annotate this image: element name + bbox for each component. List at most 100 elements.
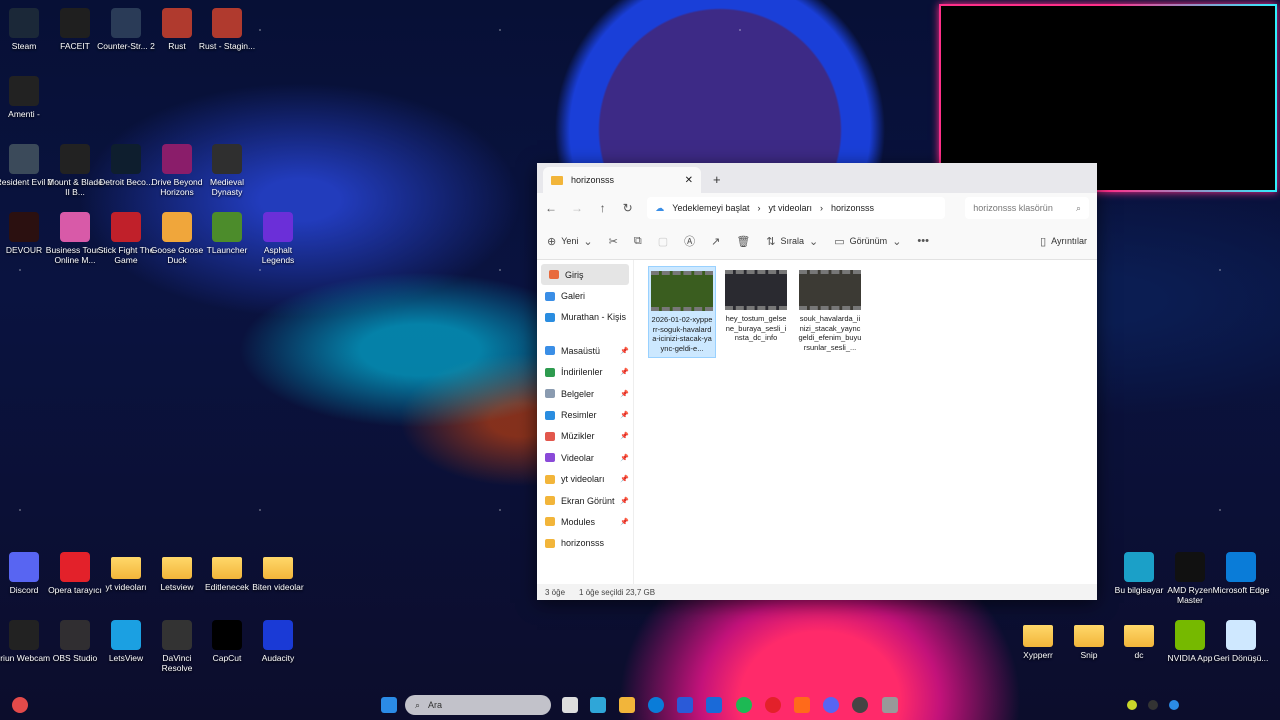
sort-button[interactable]: ⇅ Sırala ⌄ bbox=[766, 235, 818, 248]
paste-icon[interactable]: ▢ bbox=[658, 235, 668, 248]
file-explorer-icon[interactable] bbox=[619, 697, 635, 713]
chevron-down-icon: ⌄ bbox=[809, 235, 819, 248]
new-label: Yeni bbox=[561, 236, 579, 246]
file-name: hey_tostum_gelsene_buraya_sesli_insta_dc… bbox=[725, 314, 787, 342]
nav-item[interactable]: Murathan - Kişis bbox=[537, 307, 633, 328]
nav-item[interactable]: İndirilenler 📌 bbox=[537, 362, 633, 383]
opera-icon[interactable] bbox=[765, 697, 781, 713]
file-view: 2026-01-02-xypperr-soguk-havalarda-icini… bbox=[633, 260, 1097, 584]
nav-item-icon bbox=[545, 291, 555, 301]
delete-icon[interactable]: 🗑 bbox=[736, 235, 750, 248]
discord-icon[interactable] bbox=[823, 697, 839, 713]
nav-item[interactable]: horizonsss bbox=[537, 533, 633, 554]
nav-item[interactable]: Ekran Görünt 📌 bbox=[537, 490, 633, 511]
notification-icon[interactable] bbox=[12, 697, 28, 713]
desktop-icon[interactable]: Microsoft Edge bbox=[1210, 552, 1272, 595]
pin-icon: 📌 bbox=[620, 390, 629, 398]
app-icon bbox=[9, 8, 39, 38]
desktop-icon-label: Rust - Stagin... bbox=[198, 41, 256, 51]
file-item[interactable]: hey_tostum_gelsene_buraya_sesli_insta_dc… bbox=[722, 266, 790, 347]
edge-icon[interactable] bbox=[648, 697, 664, 713]
nav-item[interactable]: Giriş bbox=[541, 264, 629, 286]
app-icon bbox=[111, 144, 141, 174]
file-item[interactable]: 2026-01-02-xypperr-soguk-havalarda-icini… bbox=[648, 266, 716, 358]
taskbar-search[interactable]: ⌕ Ara bbox=[405, 695, 551, 715]
more-options-icon[interactable]: ••• bbox=[917, 235, 929, 247]
spotify-icon[interactable] bbox=[736, 697, 752, 713]
copy-icon[interactable]: ⧉ bbox=[634, 235, 642, 248]
app-icon bbox=[263, 212, 293, 242]
share-icon[interactable]: ↗ bbox=[711, 235, 720, 248]
nav-item-icon bbox=[545, 474, 555, 484]
nav-item-icon bbox=[545, 538, 555, 548]
pin-icon: 📌 bbox=[620, 454, 629, 462]
desktop-icon[interactable]: Asphalt Legends bbox=[247, 212, 309, 265]
nav-item-icon bbox=[545, 346, 555, 356]
forward-arrow-icon[interactable]: → bbox=[571, 201, 583, 215]
desktop-icon[interactable]: Biten videolar bbox=[247, 552, 309, 592]
nav-item[interactable]: Modules 📌 bbox=[537, 511, 633, 532]
navigation-pane: Giriş Galeri Murathan - Kişis Masaüstü 📌 İndi… bbox=[537, 260, 633, 584]
details-button[interactable]: ▯ Ayrıntılar bbox=[1040, 235, 1087, 248]
cloud-icon: ☁ bbox=[655, 202, 665, 213]
breadcrumb-item-yt[interactable]: yt videoları bbox=[769, 203, 813, 213]
refresh-icon[interactable]: ↻ bbox=[622, 201, 633, 215]
desktop-icon[interactable]: Medieval Dynasty bbox=[196, 144, 258, 197]
task-view-icon[interactable] bbox=[562, 697, 578, 713]
back-arrow-icon[interactable]: ← bbox=[545, 201, 557, 215]
new-tab-button[interactable]: + bbox=[713, 172, 721, 187]
nav-item-label: Galeri bbox=[561, 291, 586, 302]
pin-icon: 📌 bbox=[620, 347, 629, 355]
taskbar-search-placeholder: Ara bbox=[428, 700, 443, 710]
new-button[interactable]: ⊕ Yeni ⌄ bbox=[547, 235, 593, 248]
rename-icon[interactable]: Ⓐ bbox=[684, 233, 695, 249]
store-icon[interactable] bbox=[677, 697, 693, 713]
tab-horizonsss[interactable]: horizonsss ✕ bbox=[543, 167, 701, 193]
chevron-down-icon: ⌄ bbox=[892, 235, 902, 248]
close-tab-icon[interactable]: ✕ bbox=[685, 175, 693, 186]
folder-icon bbox=[162, 557, 192, 579]
tray-icon[interactable] bbox=[1169, 700, 1179, 710]
desktop-icon-label: Biten videolar bbox=[252, 582, 304, 592]
pin-icon: 📌 bbox=[620, 497, 629, 505]
app-icon[interactable] bbox=[882, 697, 898, 713]
breadcrumb-item-horizonsss[interactable]: horizonsss bbox=[831, 203, 874, 213]
desktop-icon[interactable]: Rust - Stagin... bbox=[196, 8, 258, 51]
desktop-icon[interactable]: Amenti - bbox=[0, 76, 55, 119]
app-icon bbox=[60, 144, 90, 174]
nav-item[interactable]: Belgeler 📌 bbox=[537, 383, 633, 404]
cut-icon[interactable]: ✂ bbox=[609, 235, 618, 248]
tray-icon[interactable] bbox=[1148, 700, 1158, 710]
file-item[interactable]: souk_havalarda_iinizi_stacak_yayncgeldi_… bbox=[796, 266, 864, 356]
tab-title: horizonsss bbox=[571, 175, 615, 185]
search-input[interactable]: horizonsss klasörün ⌕ bbox=[965, 197, 1089, 219]
search-icon: ⌕ bbox=[415, 699, 421, 710]
up-arrow-icon[interactable]: ↑ bbox=[597, 201, 608, 215]
nav-item[interactable]: Masaüstü 📌 bbox=[537, 340, 633, 361]
nav-item[interactable]: yt videoları 📌 bbox=[537, 469, 633, 490]
video-thumbnail bbox=[725, 270, 787, 310]
nav-item-label: Müzikler bbox=[561, 431, 595, 442]
nav-item[interactable]: Müzikler 📌 bbox=[537, 426, 633, 447]
status-bar: 3 öğe 1 öğe seçildi 23,7 GB bbox=[537, 584, 1097, 600]
nav-item-label: İndirilenler bbox=[561, 367, 603, 378]
desktop-icon-label: Microsoft Edge bbox=[1212, 585, 1270, 595]
breadcrumb[interactable]: ☁ Yedeklemeyi başlat › yt videoları › ho… bbox=[647, 197, 946, 219]
nav-item-icon bbox=[545, 517, 555, 527]
desktop-icon[interactable]: Geri Dönüşü... bbox=[1210, 620, 1272, 663]
app-icon bbox=[111, 212, 141, 242]
breadcrumb-item-backup[interactable]: Yedeklemeyi başlat bbox=[672, 203, 749, 213]
nav-item[interactable]: Resimler 📌 bbox=[537, 404, 633, 425]
obs-icon[interactable] bbox=[852, 697, 868, 713]
view-button[interactable]: ▭ Görünüm ⌄ bbox=[834, 235, 901, 248]
app-icon bbox=[162, 620, 192, 650]
app-icon bbox=[60, 8, 90, 38]
nav-item[interactable]: Galeri bbox=[537, 285, 633, 306]
faceit-icon[interactable] bbox=[794, 697, 810, 713]
start-icon[interactable] bbox=[381, 697, 397, 713]
tray-icon[interactable] bbox=[1127, 700, 1137, 710]
desktop-icon[interactable]: Audacity bbox=[247, 620, 309, 663]
mail-icon[interactable] bbox=[706, 697, 722, 713]
widgets-icon[interactable] bbox=[590, 697, 606, 713]
nav-item[interactable]: Videolar 📌 bbox=[537, 447, 633, 468]
